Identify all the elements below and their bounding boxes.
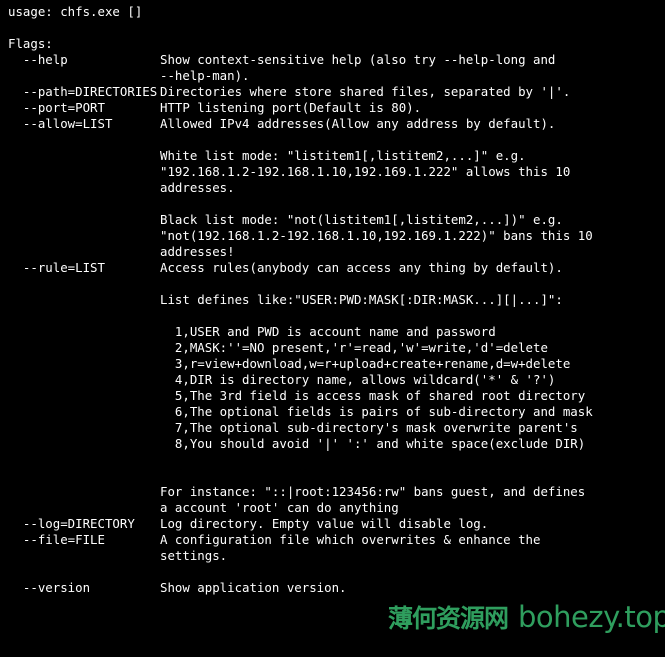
flag-line: For instance: "::|root:123456:rw" bans g…	[0, 484, 665, 500]
flag-description: Directories where store shared files, se…	[160, 84, 571, 99]
flag-description: Show context-sensitive help (also try --…	[160, 52, 556, 67]
flag-description: 3,r=view+download,w=r+upload+create+rena…	[160, 356, 571, 371]
usage-line: usage: chfs.exe []	[8, 4, 143, 19]
flag-line: --rule=LIST Access rules(anybody can acce…	[0, 260, 665, 276]
flag-description: settings.	[160, 548, 228, 563]
flag-description: HTTP listening port(Default is 80).	[160, 100, 422, 115]
flag-line	[0, 308, 665, 324]
flag-name: --port=PORT	[8, 100, 105, 115]
flag-line: 8,You should avoid '|' ':' and white spa…	[0, 436, 665, 452]
flag-line: 1,USER and PWD is account name and passw…	[0, 324, 665, 340]
flag-line: --allow=LIST Allowed IPv4 addresses(Allow…	[0, 116, 665, 132]
flag-line: a account 'root' can do anything	[0, 500, 665, 516]
flag-line: --path=DIRECTORIES Directories where stor…	[0, 84, 665, 100]
flag-line: 4,DIR is directory name, allows wildcard…	[0, 372, 665, 388]
flag-line: "not(192.168.1.2-192.168.1.10,192.169.1.…	[0, 228, 665, 244]
flag-description: "192.168.1.2-192.168.1.10,192.169.1.222"…	[160, 164, 571, 179]
flag-line: 6,The optional fields is pairs of sub-di…	[0, 404, 665, 420]
flag-description: 8,You should avoid '|' ':' and white spa…	[160, 436, 586, 451]
flag-line: 7,The optional sub-directory's mask over…	[0, 420, 665, 436]
flag-line: addresses!	[0, 244, 665, 260]
flag-line: 5,The 3rd field is access mask of shared…	[0, 388, 665, 404]
flag-description: 6,The optional fields is pairs of sub-di…	[160, 404, 593, 419]
watermark-url: bohezy.top	[518, 600, 665, 634]
flag-description: addresses!	[160, 244, 235, 259]
flag-line	[0, 196, 665, 212]
flag-description: 4,DIR is directory name, allows wildcard…	[160, 372, 556, 387]
flag-description: Access rules(anybody can access any thin…	[160, 260, 563, 275]
flag-description: Black list mode: "not(listitem1[,listite…	[160, 212, 563, 227]
flag-line: "192.168.1.2-192.168.1.10,192.169.1.222"…	[0, 164, 665, 180]
flag-description: a account 'root' can do anything	[160, 500, 399, 515]
flag-name: --log=DIRECTORY	[8, 516, 135, 531]
flag-description: Log directory. Empty value will disable …	[160, 516, 489, 531]
flag-line: 3,r=view+download,w=r+upload+create+rena…	[0, 356, 665, 372]
flag-line: settings.	[0, 548, 665, 564]
flag-line: --file=FILE A configuration file which ov…	[0, 532, 665, 548]
flag-line: Black list mode: "not(listitem1[,listite…	[0, 212, 665, 228]
flag-line: --log=DIRECTORY Log directory. Empty valu…	[0, 516, 665, 532]
flag-description: A configuration file which overwrites & …	[160, 532, 541, 547]
watermark-overlay: 薄何资源网 bohezy.top	[388, 602, 665, 634]
flag-line	[0, 468, 665, 484]
flag-description: Allowed IPv4 addresses(Allow any address…	[160, 116, 556, 131]
flag-description: White list mode: "listitem1[,listitem2,.…	[160, 148, 526, 163]
flag-line: --help-man).	[0, 68, 665, 84]
flags-header: Flags:	[8, 36, 53, 51]
flag-line	[0, 452, 665, 468]
terminal-console: usage: chfs.exe [] Flags: --help Show con…	[0, 0, 665, 657]
flag-description: Show application version.	[160, 580, 347, 595]
flag-description: --help-man).	[160, 68, 250, 83]
flag-description: 1,USER and PWD is account name and passw…	[160, 324, 496, 339]
flag-line: addresses.	[0, 180, 665, 196]
flag-description: 5,The 3rd field is access mask of shared…	[160, 388, 586, 403]
flag-description: List defines like:"USER:PWD:MASK[:DIR:MA…	[160, 292, 563, 307]
flag-line	[0, 132, 665, 148]
flag-line: --version Show application version.	[0, 580, 665, 596]
flag-name: --help	[8, 52, 68, 67]
flag-line: --help Show context-sensitive help (also …	[0, 52, 665, 68]
flag-line: List defines like:"USER:PWD:MASK[:DIR:MA…	[0, 292, 665, 308]
flag-name: --allow=LIST	[8, 116, 113, 131]
flag-line	[0, 564, 665, 580]
flag-line: --port=PORT HTTP listening port(Default i…	[0, 100, 665, 116]
flag-name: --version	[8, 580, 91, 595]
flag-description: 7,The optional sub-directory's mask over…	[160, 420, 578, 435]
watermark-site-name: 薄何资源网	[388, 604, 509, 633]
flag-description: "not(192.168.1.2-192.168.1.10,192.169.1.…	[160, 228, 593, 243]
flag-line: White list mode: "listitem1[,listitem2,.…	[0, 148, 665, 164]
flag-line	[0, 276, 665, 292]
flag-name: --file=FILE	[8, 532, 105, 547]
flag-description: 2,MASK:''=NO present,'r'=read,'w'=write,…	[160, 340, 548, 355]
flag-name: --path=DIRECTORIES	[8, 84, 158, 99]
flag-name: --rule=LIST	[8, 260, 105, 275]
flag-description: addresses.	[160, 180, 235, 195]
flag-line: 2,MASK:''=NO present,'r'=read,'w'=write,…	[0, 340, 665, 356]
flag-line-list: --help Show context-sensitive help (also …	[0, 52, 665, 596]
flag-description: For instance: "::|root:123456:rw" bans g…	[160, 484, 586, 499]
